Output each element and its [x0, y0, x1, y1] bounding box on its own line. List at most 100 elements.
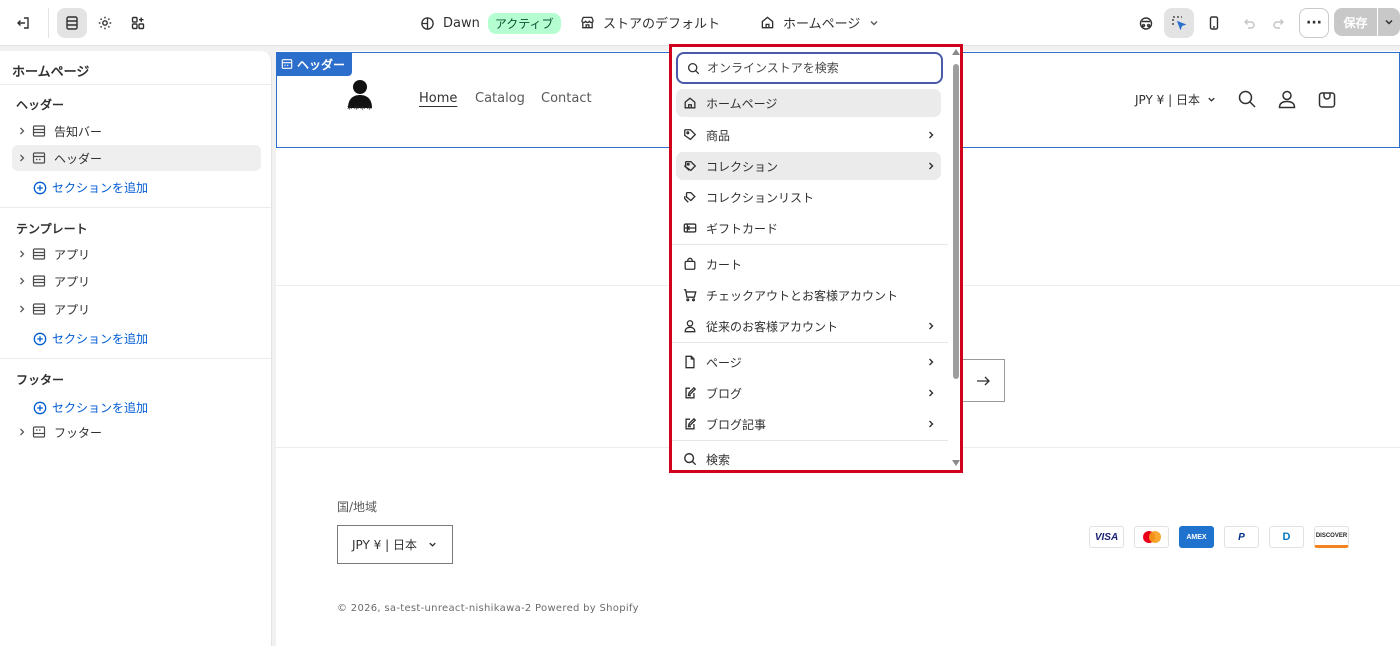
dropdown-item-label: カート — [706, 257, 743, 272]
header-cart-button[interactable] — [1316, 88, 1338, 110]
add-section-template-button[interactable]: セクションを追加 — [33, 330, 148, 347]
select-tool-button[interactable] — [1164, 8, 1194, 38]
chevron-right-icon — [20, 277, 25, 285]
chevron-right-icon — [20, 127, 25, 135]
next-arrow-button[interactable] — [961, 359, 1005, 402]
section-icon — [32, 125, 46, 137]
dropdown-item-blogs[interactable]: ブログ — [676, 379, 941, 407]
apps-icon — [131, 16, 145, 30]
chevron-right-icon — [929, 131, 934, 139]
more-actions-button[interactable]: ··· — [1299, 8, 1329, 38]
sidebar-item-app[interactable]: アプリ — [12, 241, 261, 267]
dropdown-item-label: 従来のお客様アカウント — [706, 319, 839, 334]
dropdown-search-input[interactable] — [707, 61, 927, 75]
header-search-button[interactable] — [1236, 88, 1258, 110]
exit-button[interactable] — [8, 8, 38, 38]
redo-button[interactable] — [1264, 8, 1294, 38]
sections-sidebar: ホームページ ヘッダー 告知バー ヘッダー セクションを追加 テンプレート アプ… — [0, 51, 272, 646]
plus-circle-icon — [33, 181, 47, 194]
redo-icon — [1273, 19, 1284, 29]
scroll-down-arrow-icon[interactable] — [952, 460, 960, 466]
mobile-preview-button[interactable] — [1199, 8, 1229, 38]
add-section-footer-button[interactable]: セクションを追加 — [33, 399, 148, 416]
scroll-up-arrow-icon[interactable] — [952, 49, 960, 55]
theme-settings-button[interactable] — [90, 8, 120, 38]
dropdown-item-collection-list[interactable]: コレクションリスト — [676, 183, 941, 211]
arrow-right-icon — [977, 376, 990, 385]
dropdown-item-label: ギフトカード — [706, 221, 779, 236]
dropdown-item-home[interactable]: ホームページ — [676, 89, 941, 117]
footer-copyright: © 2026, sa-test-unreact-nishikawa-2 Powe… — [337, 603, 639, 614]
theme-info[interactable]: Dawn アクティブ — [420, 13, 561, 34]
gear-icon — [98, 16, 112, 30]
undo-button[interactable] — [1234, 8, 1264, 38]
header-section-tag-label: ヘッダー — [297, 57, 346, 72]
inspector-button[interactable] — [1131, 8, 1161, 38]
dropdown-item-collections[interactable]: コレクション — [676, 152, 941, 180]
sidebar-item-app[interactable]: アプリ — [12, 268, 261, 294]
header-locale-label: JPY ¥ | 日本 — [1135, 93, 1200, 107]
inspector-icon — [1139, 17, 1153, 30]
footer-locale-label: JPY ¥ | 日本 — [352, 538, 417, 552]
person-icon — [684, 320, 696, 333]
sidebar-item-header[interactable]: ヘッダー — [12, 145, 261, 171]
sidebar-item-app[interactable]: アプリ — [12, 296, 261, 322]
store-icon — [581, 16, 594, 29]
save-options-button[interactable] — [1378, 8, 1400, 36]
collection-icon — [683, 160, 697, 172]
home-icon — [761, 16, 774, 29]
bag-icon — [684, 257, 696, 270]
section-icon — [32, 275, 46, 287]
add-section-header-button[interactable]: セクションを追加 — [33, 179, 148, 196]
app-embeds-button[interactable] — [123, 8, 153, 38]
group-heading-footer: フッター — [16, 373, 65, 387]
dropdown-item-label: ページ — [706, 355, 742, 370]
nav-link-catalog[interactable]: Catalog — [475, 91, 525, 106]
plus-circle-icon — [33, 332, 47, 345]
section-icon — [32, 303, 46, 315]
dropdown-scroll-thumb[interactable] — [953, 64, 959, 379]
dropdown-item-label: ブログ記事 — [706, 417, 767, 432]
nav-link-contact[interactable]: Contact — [541, 91, 592, 106]
gift-card-icon — [683, 223, 697, 233]
sections-button[interactable] — [57, 8, 87, 38]
dropdown-item-legacy-accounts[interactable]: 従来のお客様アカウント — [676, 312, 941, 340]
dropdown-item-search[interactable]: 検索 — [676, 445, 941, 470]
collection-list-icon — [684, 191, 696, 203]
dropdown-item-cart[interactable]: カート — [676, 250, 941, 278]
diners-icon: D — [1269, 526, 1304, 548]
group-heading-template: テンプレート — [16, 222, 88, 236]
header-section-icon — [281, 59, 293, 69]
chevron-right-icon — [929, 389, 934, 397]
page-selector[interactable]: ホームページ — [760, 13, 880, 32]
chevron-right-icon — [929, 322, 934, 330]
sidebar-item-label: アプリ — [54, 274, 91, 289]
header-section-tag[interactable]: ヘッダー — [276, 52, 353, 76]
dropdown-item-blog-posts[interactable]: ブログ記事 — [676, 410, 941, 438]
dropdown-item-gift-card[interactable]: ギフトカード — [676, 214, 941, 242]
sidebar-item-announcement-bar[interactable]: 告知バー — [12, 118, 261, 144]
footer-locale-selector[interactable]: JPY ¥ | 日本 — [337, 525, 453, 564]
plus-circle-icon — [33, 401, 47, 414]
chevron-down-icon — [1385, 19, 1393, 25]
store-default-button[interactable]: ストアのデフォルト — [580, 13, 720, 32]
header-locale-selector[interactable]: JPY ¥ | 日本 — [1135, 91, 1217, 108]
dropdown-item-checkout[interactable]: チェックアウトとお客様アカウント — [676, 281, 941, 309]
chevron-right-icon — [20, 154, 25, 162]
add-section-label: セクションを追加 — [52, 181, 149, 195]
cart-icon — [1318, 92, 1336, 108]
save-button[interactable]: 保存 — [1334, 8, 1377, 36]
store-logo[interactable]: **** — [340, 78, 380, 120]
dropdown-item-pages[interactable]: ページ — [676, 348, 941, 376]
add-section-label: セクションを追加 — [52, 332, 149, 346]
sidebar-item-footer[interactable]: フッター — [12, 419, 261, 445]
header-account-button[interactable] — [1276, 88, 1298, 110]
footer-country-label: 国/地域 — [337, 500, 378, 514]
sidebar-item-label: 告知バー — [54, 124, 103, 139]
dropdown-search[interactable] — [676, 52, 943, 84]
blog-icon — [685, 386, 697, 399]
dropdown-item-label: 検索 — [706, 452, 731, 467]
nav-link-home[interactable]: Home — [419, 91, 457, 106]
blog-post-icon — [685, 417, 697, 430]
dropdown-item-products[interactable]: 商品 — [676, 121, 941, 149]
